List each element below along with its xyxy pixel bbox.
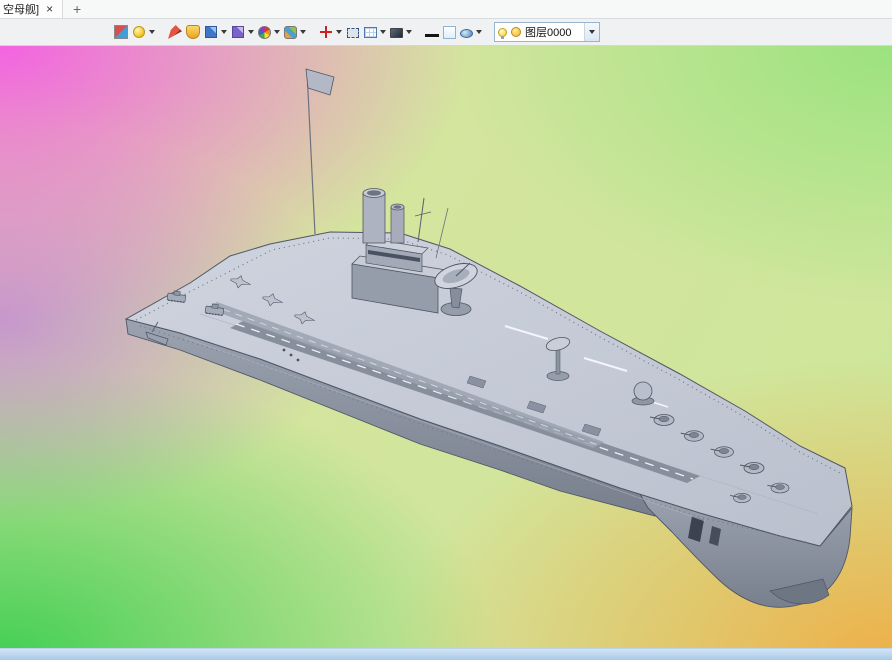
window-select-icon (347, 28, 359, 38)
dropdown-arrow-icon[interactable] (248, 30, 254, 34)
lens-view-button[interactable] (458, 21, 484, 43)
grid-view-button[interactable] (362, 21, 388, 43)
document-tab[interactable]: 空母舰] × (0, 0, 64, 18)
flag-mast[interactable] (305, 68, 335, 235)
layer-visibility-icon[interactable] (498, 27, 507, 39)
coordinate-axis-icon (319, 25, 333, 39)
light-icon (133, 26, 145, 38)
grid-view-icon (364, 27, 377, 38)
background-color-icon (443, 25, 456, 39)
dropdown-arrow-icon[interactable] (406, 30, 412, 34)
color-wheel-button[interactable] (256, 21, 282, 43)
sketch-icon (168, 25, 182, 39)
combo-dropdown-button[interactable] (584, 23, 599, 41)
dropdown-arrow-icon[interactable] (476, 30, 482, 34)
layer-combo[interactable]: 图层0000 (494, 22, 600, 42)
dropdown-arrow-icon[interactable] (221, 30, 227, 34)
cad-window: 空母舰] × + 图层0000 (0, 0, 892, 660)
solid-display-icon (205, 26, 217, 38)
dropdown-arrow-icon[interactable] (300, 30, 306, 34)
render-mode-button[interactable] (112, 21, 130, 43)
sketch-button[interactable] (166, 21, 184, 43)
main-toolbar: 图层0000 (0, 19, 892, 46)
layer-name: 图层0000 (525, 27, 572, 39)
tab-bar: 空母舰] × + (0, 0, 892, 19)
document-tab-title: 空母舰] (3, 4, 40, 16)
color-wheel-icon (258, 25, 271, 39)
horizontal-scrollbar[interactable] (0, 648, 892, 660)
texture-icon (284, 25, 297, 39)
layer-color-icon[interactable] (511, 27, 521, 37)
coordinate-axis-button[interactable] (317, 21, 344, 43)
material-icon (186, 25, 200, 39)
transparent-display-icon (232, 26, 244, 38)
dropdown-arrow-icon[interactable] (149, 30, 155, 34)
carrier-model[interactable] (0, 46, 892, 660)
texture-button[interactable] (282, 21, 308, 43)
dropdown-arrow-icon[interactable] (274, 30, 280, 34)
solid-display-button[interactable] (202, 21, 229, 43)
window-select-button[interactable] (344, 21, 362, 43)
render-mode-icon (114, 25, 128, 39)
screen-display-button[interactable] (388, 21, 414, 43)
tab-close-icon[interactable]: × (46, 3, 53, 15)
light-button[interactable] (130, 21, 157, 43)
screen-display-icon (390, 28, 403, 38)
transparent-display-button[interactable] (229, 21, 256, 43)
background-color-button[interactable] (441, 21, 458, 43)
line-width-icon (425, 33, 439, 37)
line-width-button[interactable] (423, 21, 441, 43)
dropdown-arrow-icon[interactable] (336, 30, 342, 34)
new-tab-button[interactable]: + (63, 0, 91, 18)
lens-view-icon (460, 28, 473, 38)
dropdown-arrow-icon[interactable] (380, 30, 386, 34)
material-button[interactable] (184, 21, 202, 43)
viewport-3d[interactable] (0, 46, 892, 660)
